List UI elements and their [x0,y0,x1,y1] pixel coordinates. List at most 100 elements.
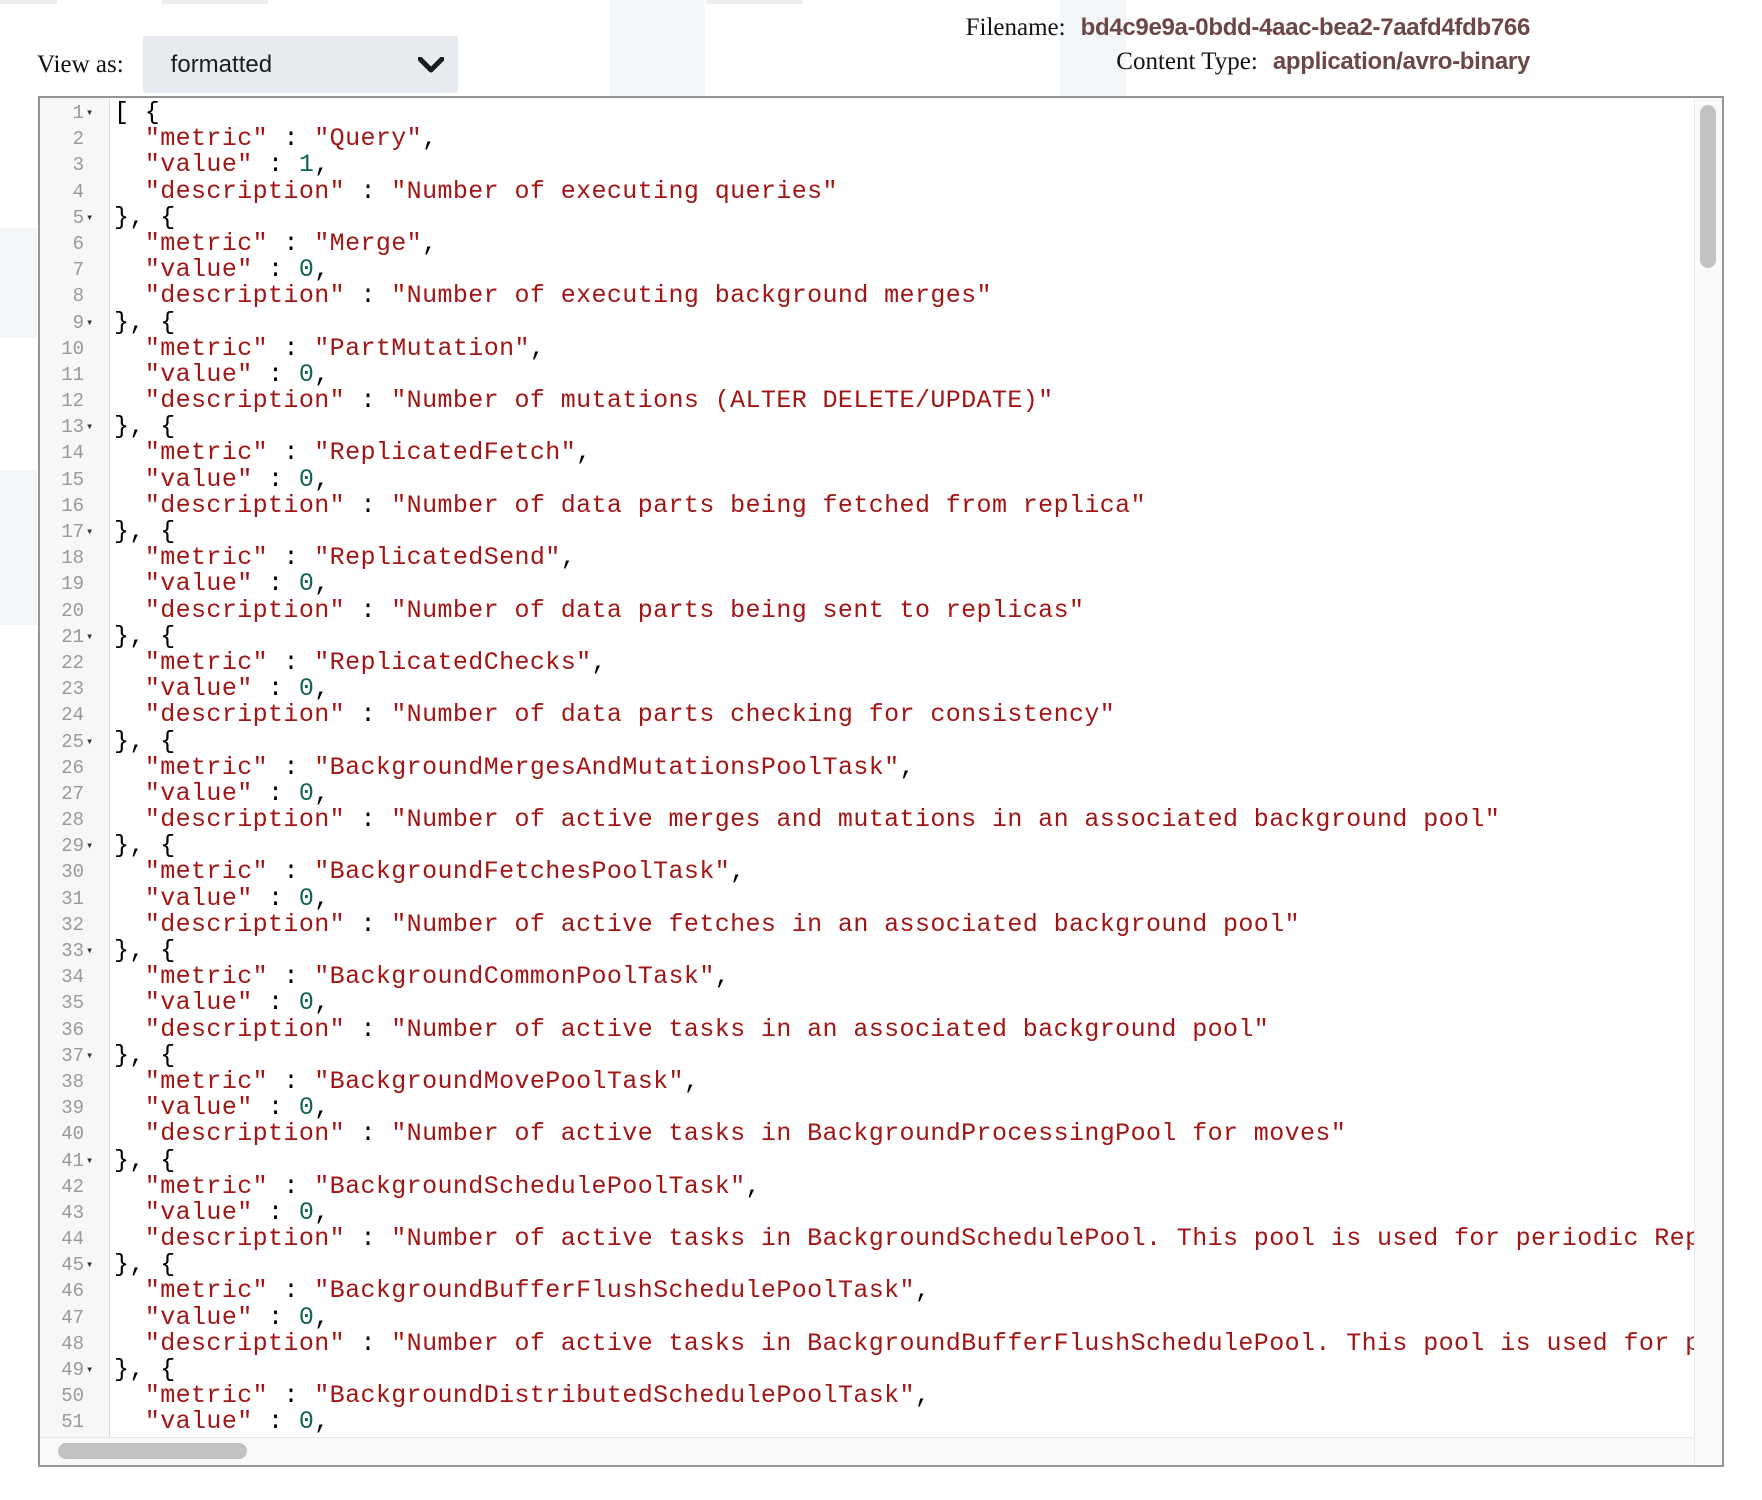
fold-arrow-icon[interactable]: ▾ [86,310,93,336]
fold-arrow-icon[interactable]: ▾ [86,1148,93,1174]
code-line: 20 "description" : "Number of data parts… [40,598,1722,624]
code-line: 44 "description" : "Number of active tas… [40,1226,1722,1252]
code-line: 43 "value" : 0, [40,1200,1722,1226]
line-number: 42 [40,1174,110,1200]
code-line-text[interactable]: "description" : "Number of data parts ch… [110,702,1722,728]
code-editor[interactable]: 1▾[ {2 "metric" : "Query",3 "value" : 1,… [38,96,1724,1467]
code-line-text[interactable]: "description" : "Number of active merges… [110,807,1722,833]
fold-arrow-icon[interactable]: ▾ [86,519,93,545]
line-number: 4 [40,179,110,205]
code-line-text[interactable]: }, { [110,1252,1722,1278]
code-line-text[interactable]: [ { [110,100,1722,126]
code-line: 6 "metric" : "Merge", [40,231,1722,257]
line-number: 41▾ [40,1148,110,1174]
code-line-text[interactable]: }, { [110,205,1722,231]
code-line-text[interactable]: "metric" : "PartMutation", [110,336,1722,362]
code-line-text[interactable]: }, { [110,833,1722,859]
horizontal-scrollbar-thumb[interactable] [58,1443,247,1459]
vertical-scrollbar-thumb[interactable] [1700,105,1716,268]
code-line-text[interactable]: "value" : 0, [110,1200,1722,1226]
code-line-text[interactable]: "value" : 0, [110,676,1722,702]
horizontal-scrollbar[interactable]: 52 [40,1437,1694,1465]
code-line-text[interactable]: "metric" : "BackgroundMovePoolTask", [110,1069,1722,1095]
code-line-text[interactable]: "value" : 0, [110,362,1722,388]
skeleton-strip [162,0,268,4]
code-line-text[interactable]: "metric" : "BackgroundCommonPoolTask", [110,964,1722,990]
file-meta: Filename: bd4c9e9a-0bdd-4aac-bea2-7aafd4… [966,14,1530,82]
code-line-text[interactable]: "value" : 0, [110,1409,1722,1435]
code-line-text[interactable]: "metric" : "Query", [110,126,1722,152]
code-line: 14 "metric" : "ReplicatedFetch", [40,440,1722,466]
view-as-select[interactable]: formatted [143,36,458,93]
code-line-text[interactable]: "description" : "Number of active tasks … [110,1331,1722,1357]
code-line-text[interactable]: }, { [110,1357,1722,1383]
fold-arrow-icon[interactable]: ▾ [86,1357,93,1383]
fold-arrow-icon[interactable]: ▾ [86,414,93,440]
code-line-text[interactable]: "metric" : "BackgroundFetchesPoolTask", [110,859,1722,885]
code-line-text[interactable]: }, { [110,624,1722,650]
code-line-text[interactable]: "value" : 0, [110,571,1722,597]
fold-arrow-icon[interactable]: ▾ [86,100,93,126]
code-line-text[interactable]: "description" : "Number of executing que… [110,179,1722,205]
code-line-text[interactable]: "metric" : "Merge", [110,231,1722,257]
code-line-text[interactable]: "description" : "Number of active tasks … [110,1121,1722,1147]
code-line-text[interactable]: "metric" : "BackgroundMergesAndMutations… [110,755,1722,781]
code-line-text[interactable]: "description" : "Number of active fetche… [110,912,1722,938]
code-line: 29▾}, { [40,833,1722,859]
code-line-text[interactable]: "metric" : "BackgroundSchedulePoolTask", [110,1174,1722,1200]
code-line-text[interactable]: }, { [110,519,1722,545]
code-line-text[interactable]: "description" : "Number of active tasks … [110,1226,1722,1252]
code-line-text[interactable]: "description" : "Number of mutations (AL… [110,388,1722,414]
code-line-text[interactable]: "value" : 1, [110,152,1722,178]
code-line-text[interactable]: "value" : 0, [110,781,1722,807]
skeleton-strip [706,0,803,4]
skeleton-block [0,228,37,338]
skeleton-column [610,0,705,96]
code-line-text[interactable]: }, { [110,938,1722,964]
code-line-text[interactable]: }, { [110,414,1722,440]
code-line-text[interactable]: }, { [110,1043,1722,1069]
line-number: 49▾ [40,1357,110,1383]
code-line-text[interactable]: "metric" : "BackgroundBufferFlushSchedul… [110,1278,1722,1304]
code-line-text[interactable]: "description" : "Number of executing bac… [110,283,1722,309]
code-line: 26 "metric" : "BackgroundMergesAndMutati… [40,755,1722,781]
code-line-text[interactable]: "value" : 0, [110,886,1722,912]
code-line-text[interactable]: }, { [110,1148,1722,1174]
code-line-text[interactable]: "value" : 0, [110,467,1722,493]
fold-arrow-icon[interactable]: ▾ [86,729,93,755]
line-number: 13▾ [40,414,110,440]
fold-arrow-icon[interactable]: ▾ [86,205,93,231]
code-line-text[interactable]: "description" : "Number of active tasks … [110,1017,1722,1043]
code-line-text[interactable]: }, { [110,310,1722,336]
filename-label: Filename: [966,14,1066,42]
line-number: 17▾ [40,519,110,545]
fold-arrow-icon[interactable]: ▾ [86,833,93,859]
code-line: 15 "value" : 0, [40,467,1722,493]
fold-arrow-icon[interactable]: ▾ [86,1252,93,1278]
line-number: 11 [40,362,110,388]
code-line-text[interactable]: "value" : 0, [110,990,1722,1016]
line-number: 34 [40,964,110,990]
code-line-text[interactable]: "description" : "Number of data parts be… [110,493,1722,519]
skeleton-strip [0,0,57,4]
line-number: 5▾ [40,205,110,231]
line-number: 51 [40,1409,110,1435]
code-line-text[interactable]: }, { [110,729,1722,755]
line-number: 14 [40,440,110,466]
code-line-text[interactable]: "description" : "Number of data parts be… [110,598,1722,624]
code-line-text[interactable]: "value" : 0, [110,257,1722,283]
code-line-text[interactable]: "metric" : "BackgroundDistributedSchedul… [110,1383,1722,1409]
code-line-text[interactable]: "metric" : "ReplicatedFetch", [110,440,1722,466]
code-line-text[interactable]: "metric" : "ReplicatedSend", [110,545,1722,571]
code-line: 51 "value" : 0, [40,1409,1722,1435]
fold-arrow-icon[interactable]: ▾ [86,938,93,964]
fold-arrow-icon[interactable]: ▾ [86,624,93,650]
code-line-text[interactable]: "value" : 0, [110,1095,1722,1121]
line-number: 10 [40,336,110,362]
code-line: 49▾}, { [40,1357,1722,1383]
code-line-text[interactable]: "metric" : "ReplicatedChecks", [110,650,1722,676]
code-line-text[interactable]: "value" : 0, [110,1305,1722,1331]
fold-arrow-icon[interactable]: ▾ [86,1043,93,1069]
line-number: 50 [40,1383,110,1409]
vertical-scrollbar[interactable] [1694,98,1722,1465]
